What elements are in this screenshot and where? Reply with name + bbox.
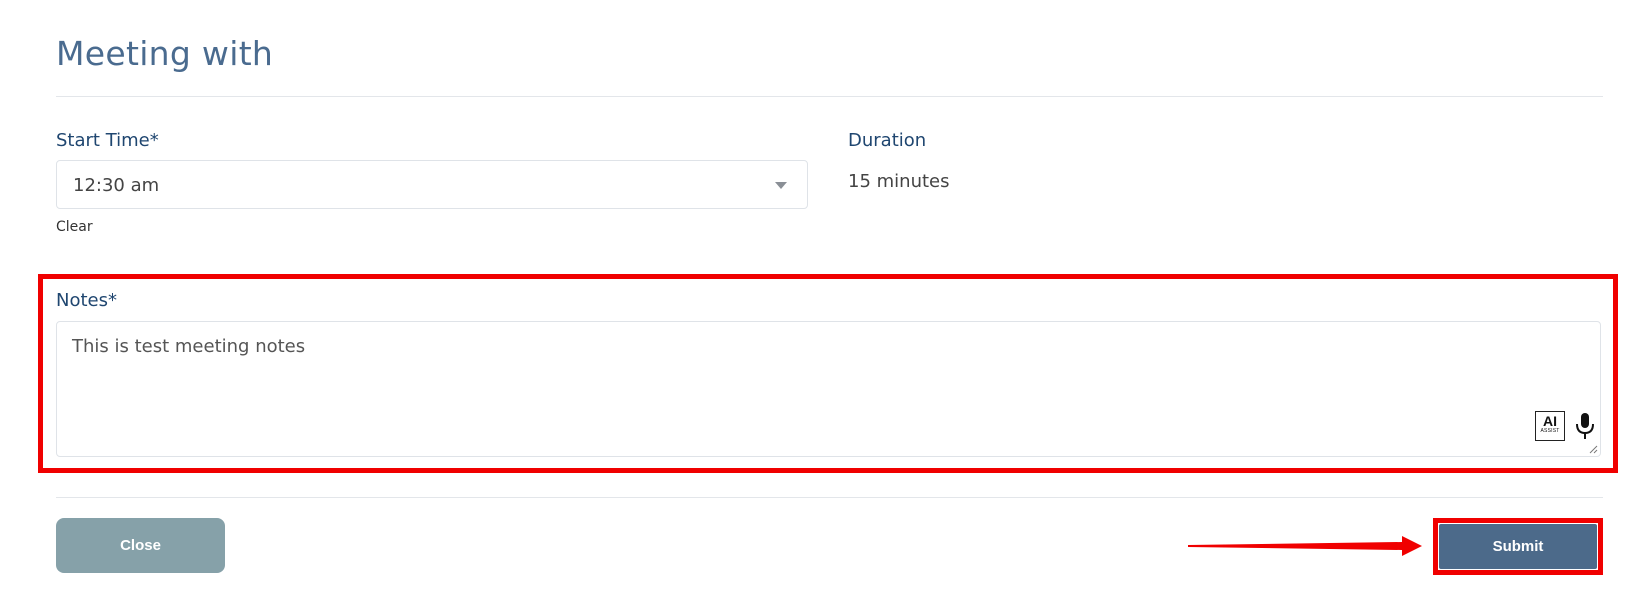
start-time-label: Start Time*	[56, 130, 159, 151]
microphone-icon[interactable]	[1574, 411, 1596, 441]
resize-grip-icon[interactable]	[1588, 444, 1598, 454]
chevron-down-icon	[775, 182, 787, 189]
close-button[interactable]: Close	[56, 518, 225, 573]
header-divider	[56, 96, 1603, 97]
start-time-value: 12:30 am	[73, 175, 160, 196]
duration-label: Duration	[848, 130, 927, 151]
page-title: Meeting with	[56, 34, 274, 73]
start-time-select[interactable]: 12:30 am	[56, 160, 808, 209]
ai-assist-sub-text: ASSIST	[1540, 428, 1560, 434]
duration-value: 15 minutes	[848, 171, 950, 192]
notes-textarea[interactable]: This is test meeting notes AI ASSIST	[56, 321, 1601, 457]
notes-text: This is test meeting notes	[72, 336, 306, 357]
arrow-right-icon	[1188, 536, 1422, 556]
clear-start-time-link[interactable]: Clear	[56, 219, 93, 235]
ai-assist-icon[interactable]: AI ASSIST	[1535, 411, 1565, 441]
meeting-form-page: Meeting with Start Time* 12:30 am Clear …	[0, 0, 1647, 600]
ai-assist-main-text: AI	[1543, 413, 1557, 429]
submit-button[interactable]: Submit	[1439, 524, 1597, 569]
notes-label: Notes*	[56, 290, 117, 311]
footer-divider	[56, 497, 1603, 498]
